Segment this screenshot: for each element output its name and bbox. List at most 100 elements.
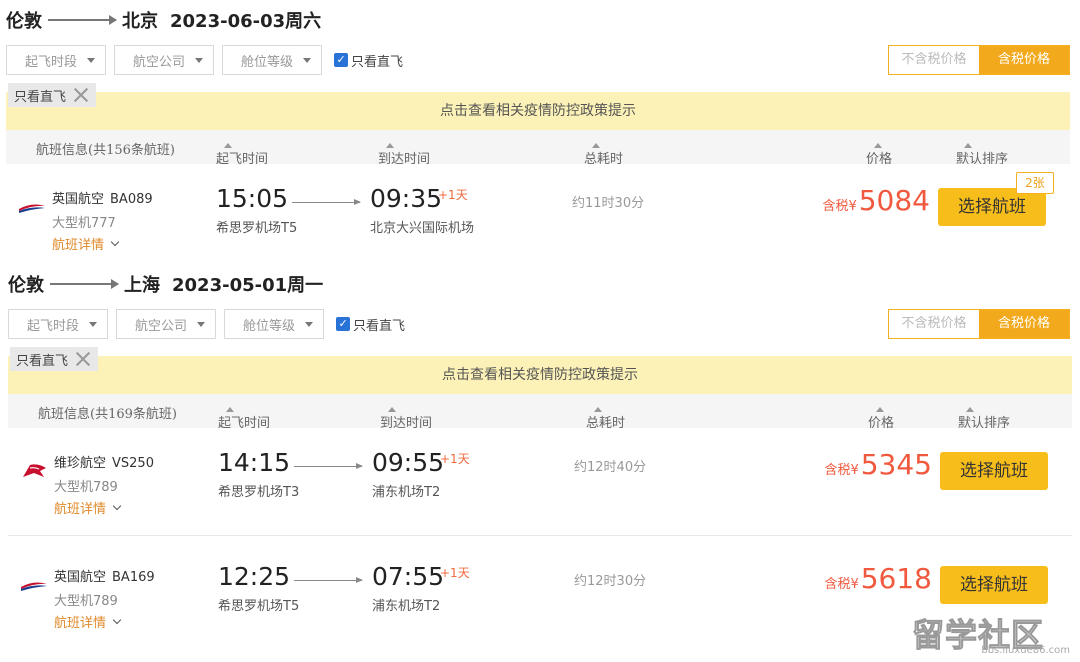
chevron-down-icon bbox=[112, 615, 122, 624]
arrow-right-icon bbox=[292, 199, 361, 205]
flight-duration: 约12时40分 bbox=[574, 460, 647, 475]
cabin-class-select[interactable]: 舱位等级 bbox=[222, 45, 323, 75]
aircraft-type: 大型机777 bbox=[52, 216, 116, 231]
exclude-tax-option[interactable]: 不含税价格 bbox=[889, 46, 979, 74]
direct-only-chip[interactable]: 只看直飞 bbox=[10, 347, 99, 371]
price-sort[interactable]: 价格 bbox=[866, 139, 892, 167]
filter-bar: 起飞时段 航空公司 舱位等级 ✓ 只看直飞 bbox=[6, 45, 403, 75]
checkmark-icon: ✓ bbox=[336, 317, 351, 331]
destination-city: 上海 bbox=[124, 275, 160, 296]
results-header: 航班信息(共169条航班) 起飞时间 到达时间 总耗时 价格 默认排序 bbox=[8, 394, 1072, 431]
airline-select[interactable]: 航空公司 bbox=[116, 309, 217, 339]
depart-time-sort[interactable]: 起飞时间 bbox=[218, 403, 270, 431]
direct-only-chip[interactable]: 只看直飞 bbox=[8, 83, 97, 107]
caret-down-icon bbox=[303, 57, 312, 63]
price-label: 含税¥ bbox=[822, 199, 857, 214]
arrive-time-sort[interactable]: 到达时间 bbox=[380, 403, 432, 431]
direct-only-checkbox[interactable]: ✓ 只看直飞 bbox=[336, 315, 405, 334]
flight-duration: 约11时30分 bbox=[572, 196, 645, 211]
departure-period-select[interactable]: 起飞时段 bbox=[6, 45, 107, 75]
price-value: 5084 bbox=[858, 184, 930, 217]
aircraft-type: 大型机789 bbox=[54, 480, 118, 495]
next-day-badge: +1天 bbox=[440, 452, 470, 466]
airline-select[interactable]: 航空公司 bbox=[114, 45, 215, 75]
flight-number: BA089 bbox=[110, 192, 153, 207]
flight-number: VS250 bbox=[112, 456, 154, 471]
virgin-atlantic-logo-icon bbox=[23, 464, 46, 477]
site-watermark: 留学社区 bbs.liuxue86.com bbox=[912, 610, 1072, 657]
chevron-down-icon bbox=[112, 501, 122, 510]
flight-price: 含税¥ 5618 bbox=[824, 562, 932, 595]
destination-city: 北京 bbox=[122, 11, 158, 32]
arrival-airport: 浦东机场T2 bbox=[372, 485, 441, 500]
default-sort[interactable]: 默认排序 bbox=[958, 403, 1010, 431]
caret-down-icon bbox=[195, 57, 204, 63]
caret-down-icon bbox=[305, 321, 314, 327]
next-day-badge: +1天 bbox=[438, 188, 468, 202]
duration-sort[interactable]: 总耗时 bbox=[584, 139, 623, 167]
flight-price: 含税¥ 5345 bbox=[824, 448, 932, 481]
duration-sort[interactable]: 总耗时 bbox=[586, 403, 625, 431]
next-day-badge: +1天 bbox=[440, 566, 470, 580]
departure-airport: 希思罗机场T5 bbox=[218, 599, 300, 614]
origin-city: 伦敦 bbox=[6, 11, 42, 32]
airline-name: 维珍航空 VS250 bbox=[54, 456, 154, 471]
airline-name: 英国航空 BA169 bbox=[54, 570, 155, 585]
british-airways-logo-icon bbox=[21, 582, 47, 591]
flight-duration: 约12时30分 bbox=[574, 574, 647, 589]
watermark-url: bbs.liuxue86.com bbox=[981, 645, 1070, 656]
policy-notice-banner[interactable]: 点击查看相关疫情防控政策提示 bbox=[8, 356, 1072, 394]
cabin-class-select[interactable]: 舱位等级 bbox=[224, 309, 325, 339]
direct-only-checkbox[interactable]: ✓ 只看直飞 bbox=[334, 51, 403, 70]
close-icon[interactable] bbox=[70, 84, 92, 106]
checkmark-icon: ✓ bbox=[334, 53, 349, 67]
flight-detail-link[interactable]: 航班详情 bbox=[54, 612, 122, 631]
select-flight-button[interactable]: 选择航班 bbox=[940, 452, 1048, 490]
route-arrow-icon bbox=[48, 15, 117, 25]
departure-time: 14:15 bbox=[218, 448, 291, 477]
route-title: 伦敦 北京 2023-06-03周六 bbox=[6, 5, 321, 35]
include-tax-option[interactable]: 含税价格 bbox=[979, 46, 1069, 74]
price-value: 5618 bbox=[860, 562, 932, 595]
route-arrow-icon bbox=[50, 279, 119, 289]
flight-row: 维珍航空 VS250 大型机789 航班详情 14:15 希思罗机场T3 09:5… bbox=[8, 428, 1072, 536]
departure-time: 15:05 bbox=[216, 184, 289, 213]
price-value: 5345 bbox=[860, 448, 932, 481]
depart-time-sort[interactable]: 起飞时间 bbox=[216, 139, 268, 167]
departure-airport: 希思罗机场T3 bbox=[218, 485, 300, 500]
arrival-time: 07:55 bbox=[372, 562, 445, 591]
departure-airport: 希思罗机场T5 bbox=[216, 221, 298, 236]
route-title: 伦敦 上海 2023-05-01周一 bbox=[8, 269, 323, 299]
caret-down-icon bbox=[87, 57, 96, 63]
seats-remaining-badge: 2张 bbox=[1016, 172, 1054, 194]
policy-notice-banner[interactable]: 点击查看相关疫情防控政策提示 bbox=[6, 92, 1070, 130]
flight-detail-link[interactable]: 航班详情 bbox=[54, 498, 122, 517]
select-flight-button[interactable]: 选择航班 bbox=[940, 566, 1048, 604]
default-sort[interactable]: 默认排序 bbox=[956, 139, 1008, 167]
aircraft-type: 大型机789 bbox=[54, 594, 118, 609]
arrival-time: 09:35 bbox=[370, 184, 443, 213]
arrive-time-sort[interactable]: 到达时间 bbox=[378, 139, 430, 167]
caret-down-icon bbox=[89, 321, 98, 327]
tax-price-toggle: 不含税价格 含税价格 bbox=[888, 309, 1070, 339]
arrow-right-icon bbox=[294, 463, 363, 469]
price-label: 含税¥ bbox=[824, 463, 859, 478]
departure-time: 12:25 bbox=[218, 562, 291, 591]
chip-label: 只看直飞 bbox=[16, 353, 69, 369]
exclude-tax-option[interactable]: 不含税价格 bbox=[889, 310, 979, 338]
origin-city: 伦敦 bbox=[8, 275, 44, 296]
include-tax-option[interactable]: 含税价格 bbox=[979, 310, 1069, 338]
flight-row: 英国航空 BA089 大型机777 航班详情 15:05 希思罗机场T5 09:3… bbox=[6, 164, 1070, 272]
departure-period-select[interactable]: 起飞时段 bbox=[8, 309, 109, 339]
chevron-down-icon bbox=[110, 237, 120, 246]
price-sort[interactable]: 价格 bbox=[868, 403, 894, 431]
flight-price: 含税¥ 5084 bbox=[822, 184, 930, 217]
flight-detail-link[interactable]: 航班详情 bbox=[52, 234, 120, 253]
british-airways-logo-icon bbox=[19, 204, 45, 213]
close-icon[interactable] bbox=[72, 348, 94, 370]
arrow-right-icon bbox=[294, 577, 363, 583]
arrival-airport: 北京大兴国际机场 bbox=[370, 221, 475, 236]
travel-date: 2023-06-03周六 bbox=[170, 11, 322, 32]
price-label: 含税¥ bbox=[824, 577, 859, 592]
filter-bar: 起飞时段 航空公司 舱位等级 ✓ 只看直飞 bbox=[8, 309, 405, 339]
